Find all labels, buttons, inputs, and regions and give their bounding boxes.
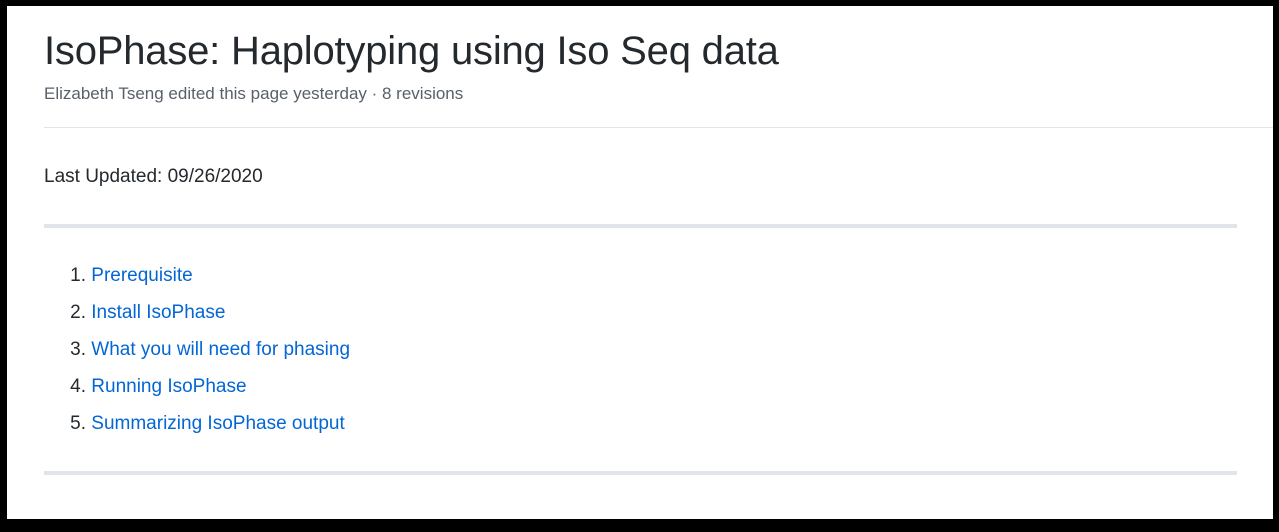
header-divider: [44, 127, 1273, 128]
toc-item: 3. What you will need for phasing: [44, 335, 350, 372]
horizontal-rule: [44, 224, 1237, 228]
table-of-contents: 1. Prerequisite 2. Install IsoPhase 3. W…: [44, 261, 350, 446]
toc-item: 4. Running IsoPhase: [44, 372, 350, 409]
page-title: IsoPhase: Haplotyping using Iso Seq data: [44, 29, 779, 73]
toc-link-prerequisite[interactable]: Prerequisite: [91, 265, 192, 286]
toc-item-number: 2.: [70, 302, 86, 323]
horizontal-rule: [44, 471, 1237, 475]
toc-item-number: 3.: [70, 339, 86, 360]
toc-link-what-you-need[interactable]: What you will need for phasing: [91, 339, 350, 360]
toc-link-running-isophase[interactable]: Running IsoPhase: [91, 376, 246, 397]
toc-link-install-isophase[interactable]: Install IsoPhase: [91, 302, 225, 323]
toc-item-number: 1.: [70, 265, 86, 286]
toc-link-summarizing-output[interactable]: Summarizing IsoPhase output: [91, 413, 344, 434]
toc-item-number: 4.: [70, 376, 86, 397]
last-updated-text: Last Updated: 09/26/2020: [44, 166, 263, 187]
window-frame: IsoPhase: Haplotyping using Iso Seq data…: [0, 0, 1279, 532]
toc-item: 5. Summarizing IsoPhase output: [44, 409, 350, 446]
toc-item-number: 5.: [70, 413, 86, 434]
toc-item: 1. Prerequisite: [44, 261, 350, 298]
toc-item: 2. Install IsoPhase: [44, 298, 350, 335]
page-edit-meta: Elizabeth Tseng edited this page yesterd…: [44, 84, 464, 103]
